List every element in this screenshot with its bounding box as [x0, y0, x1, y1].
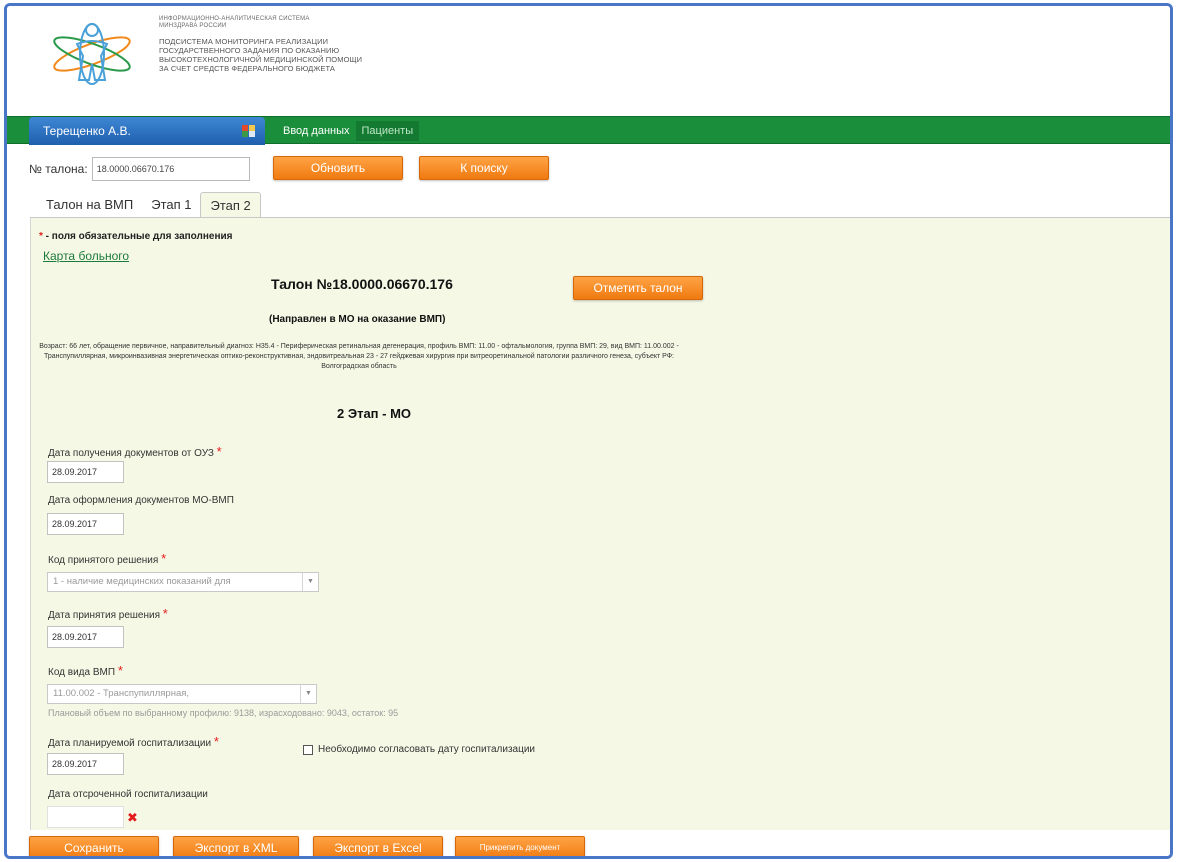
- decision-code-label: Код принятого решения *: [48, 551, 166, 566]
- header-main-text: ПОДСИСТЕМА МОНИТОРИНГА РЕАЛИЗАЦИИ ГОСУДА…: [159, 37, 419, 73]
- decision-code-select[interactable]: 1 - наличие медицинских показаний для ▼: [47, 572, 319, 592]
- patient-card-link[interactable]: Карта больного: [43, 249, 129, 263]
- required-star: *: [216, 444, 222, 459]
- decision-date-label-text: Дата принятия решения: [48, 610, 161, 621]
- planned-hosp-date-input[interactable]: 28.09.2017: [47, 753, 124, 775]
- header: ИНФОРМАЦИОННО-АНАЛИТИЧЕСКАЯ СИСТЕМА МИНЗ…: [7, 6, 1170, 114]
- chevron-down-icon[interactable]: ▼: [302, 573, 318, 591]
- agree-date-checkbox[interactable]: [303, 744, 313, 755]
- required-fields-note: * - поля обязательные для заполнения: [39, 231, 233, 242]
- nav-item-data-entry[interactable]: Ввод данных: [277, 121, 356, 141]
- tab-stage-1[interactable]: Этап 1: [142, 192, 200, 218]
- agree-date-label: Необходимо согласовать дату госпитализац…: [318, 744, 536, 755]
- plan-volume-hint: Плановый объем по выбранному профилю: 91…: [48, 708, 399, 718]
- required-note-text: - поля обязательные для заполнения: [42, 231, 233, 242]
- save-button[interactable]: Сохранить: [29, 836, 159, 856]
- required-star: *: [117, 663, 123, 678]
- ticket-search-row: № талона:: [29, 156, 250, 182]
- docs-received-label: Дата получения документов от ОУЗ *: [48, 444, 222, 459]
- vmp-code-value: 11.00.002 - Транспупиллярная,: [53, 688, 190, 699]
- ticket-title: Талон №18.0000.06670.176: [271, 276, 453, 292]
- attach-document-button[interactable]: Прикрепить документ: [455, 836, 585, 856]
- docs-received-label-text: Дата получения документов от ОУЗ: [48, 448, 214, 459]
- docs-received-date-input[interactable]: 28.09.2017: [47, 461, 124, 483]
- header-main-line: ВЫСОКОТЕХНОЛОГИЧНОЙ МЕДИЦИНСКОЙ ПОМОЩИ: [159, 55, 363, 64]
- export-xml-button[interactable]: Экспорт в XML: [173, 836, 299, 856]
- action-bar: Сохранить Экспорт в XML Экспорт в Excel …: [7, 830, 1170, 856]
- user-settings-icon[interactable]: [242, 125, 255, 137]
- required-star: *: [213, 734, 219, 749]
- ticket-number-input[interactable]: [91, 157, 250, 181]
- header-small-line: ИНФОРМАЦИОННО-АНАЛИТИЧЕСКАЯ СИСТЕМА: [159, 16, 310, 22]
- planned-hosp-label: Дата планируемой госпитализации *: [48, 734, 219, 749]
- to-search-button[interactable]: К поиску: [419, 156, 549, 180]
- ministry-logo-icon: [53, 23, 131, 85]
- required-star: *: [161, 551, 167, 566]
- ticket-status: (Направлен в МО на оказание ВМП): [269, 314, 446, 325]
- vmp-code-label-text: Код вида ВМП: [48, 667, 116, 678]
- nav-bar: Терещенко А.В. Ввод данных Пациенты: [7, 116, 1170, 145]
- docs-issued-date-input[interactable]: 28.09.2017: [47, 513, 124, 535]
- export-excel-button[interactable]: Экспорт в Excel: [313, 836, 443, 856]
- header-main-line: ГОСУДАРСТВЕННОГО ЗАДАНИЯ ПО ОКАЗАНИЮ: [159, 46, 340, 55]
- decision-date-label: Дата принятия решения *: [48, 606, 168, 621]
- postponed-hosp-label: Дата отсроченной госпитализации: [48, 789, 208, 800]
- tab-bar: Талон на ВМП Этап 1 Этап 2: [37, 192, 261, 218]
- user-name: Терещенко А.В.: [43, 124, 131, 138]
- user-menu[interactable]: Терещенко А.В.: [29, 117, 265, 145]
- app-window: ИНФОРМАЦИОННО-АНАЛИТИЧЕСКАЯ СИСТЕМА МИНЗ…: [4, 3, 1173, 859]
- tab-vmp-ticket[interactable]: Талон на ВМП: [37, 192, 142, 218]
- decision-date-input[interactable]: 28.09.2017: [47, 626, 124, 648]
- planned-hosp-label-text: Дата планируемой госпитализации: [48, 738, 212, 749]
- header-main-line: ПОДСИСТЕМА МОНИТОРИНГА РЕАЛИЗАЦИИ: [159, 37, 329, 46]
- agree-date-option[interactable]: Необходимо согласовать дату госпитализац…: [303, 744, 535, 755]
- required-star: *: [162, 606, 168, 621]
- vmp-code-select[interactable]: 11.00.002 - Транспупиллярная, ▼: [47, 684, 317, 704]
- header-text: ИНФОРМАЦИОННО-АНАЛИТИЧЕСКАЯ СИСТЕМА МИНЗ…: [159, 16, 419, 73]
- refresh-button[interactable]: Обновить: [273, 156, 403, 180]
- header-small-line: МИНЗДРАВА РОССИИ: [159, 23, 227, 29]
- postponed-hosp-date-input[interactable]: [47, 806, 124, 828]
- chevron-down-icon[interactable]: ▼: [300, 685, 316, 703]
- decision-code-label-text: Код принятого решения: [48, 555, 159, 566]
- vmp-code-label: Код вида ВМП *: [48, 663, 123, 678]
- docs-issued-label: Дата оформления документов МО-ВМП: [48, 495, 234, 506]
- tab-stage-2[interactable]: Этап 2: [200, 192, 261, 218]
- mark-ticket-button[interactable]: Отметить талон: [573, 276, 703, 300]
- ticket-description: Возраст: 66 лет, обращение первичное, на…: [39, 343, 679, 370]
- nav-menu: Ввод данных Пациенты: [277, 117, 420, 145]
- nav-item-patients[interactable]: Пациенты: [355, 121, 420, 141]
- stage-2-panel: * - поля обязательные для заполнения Кар…: [30, 217, 1170, 831]
- header-main-line: ЗА СЧЕТ СРЕДСТВ ФЕДЕРАЛЬНОГО БЮДЖЕТА: [159, 64, 336, 73]
- stage-title: 2 Этап - МО: [337, 406, 412, 421]
- ticket-number-label: № талона:: [29, 162, 88, 176]
- decision-code-value: 1 - наличие медицинских показаний для: [53, 576, 231, 587]
- clear-date-icon[interactable]: ✖: [127, 810, 138, 826]
